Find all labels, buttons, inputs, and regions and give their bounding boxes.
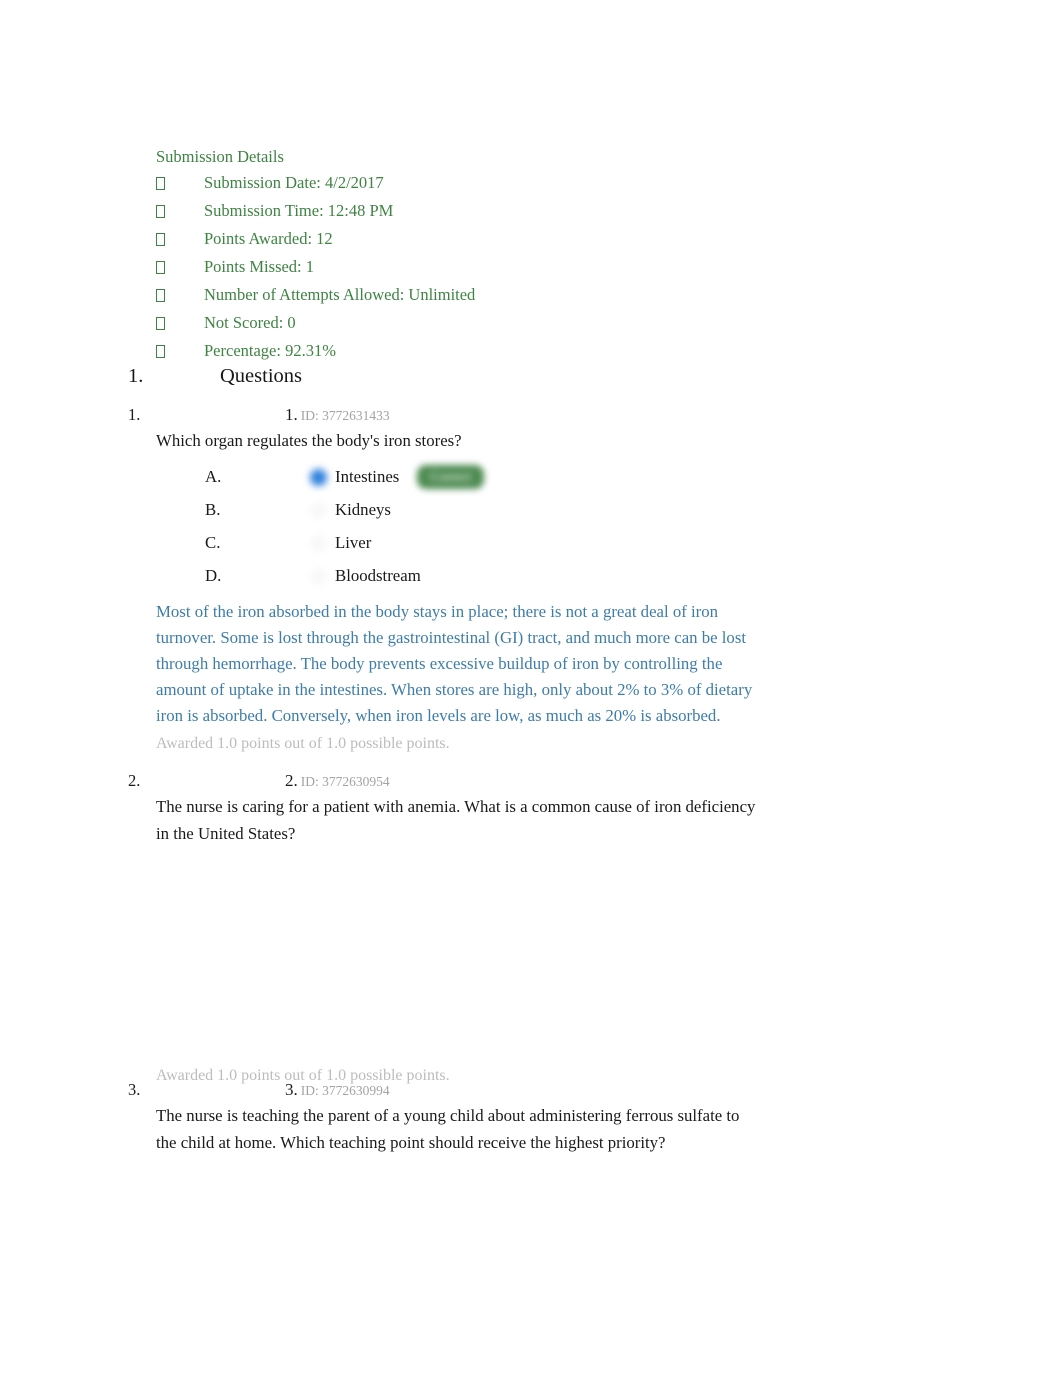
- submission-detail-attempts: Number of Attempts Allowed: Unlimited: [204, 285, 476, 304]
- question-3-outer-number: 3.: [128, 1080, 141, 1099]
- question-2-id: ID: 3772630954: [300, 774, 390, 789]
- question-1-awarded: Awarded 1.0 points out of 1.0 possible p…: [156, 734, 450, 752]
- question-1-explanation: Most of the iron absorbed in the body st…: [156, 601, 753, 725]
- question-1: 1. 1. ID: 3772631433 Which organ regulat…: [128, 403, 908, 757]
- questions-section-number: 1.: [128, 365, 144, 387]
- submission-detail-not-scored: Not Scored: 0: [204, 313, 296, 332]
- questions-section-label: Questions: [220, 365, 302, 387]
- option-a-label: Intestines: [335, 467, 400, 486]
- option-a[interactable]: A. Intestines Correct: [156, 461, 908, 494]
- questions-section-heading: 1. Questions: [128, 362, 302, 390]
- question-3-id: ID: 3772630994: [300, 1083, 390, 1098]
- list-item: Submission Time: 12:48 PM: [156, 198, 856, 226]
- question-1-id-line: 1. 1. ID: 3772631433: [128, 403, 908, 428]
- list-item: Points Awarded: 12: [156, 226, 856, 254]
- list-item: Number of Attempts Allowed: Unlimited: [156, 282, 856, 310]
- question-2-id-line: 2. 2. ID: 3772630954: [128, 769, 908, 794]
- question-1-options: A. Intestines Correct B. Kidneys C. Live…: [156, 461, 908, 593]
- submission-detail-time: Submission Time: 12:48 PM: [204, 201, 394, 220]
- option-b-letter: B.: [205, 500, 221, 519]
- bullet-box-icon: [156, 284, 204, 310]
- radio-empty-icon: [309, 501, 327, 519]
- list-item: Submission Date: 4/2/2017: [156, 170, 856, 198]
- option-d-radio[interactable]: [301, 567, 335, 585]
- document-page: Submission Details Submission Date: 4/2/…: [0, 0, 1062, 1377]
- question-3-stem: The nurse is teaching the parent of a yo…: [156, 1106, 740, 1152]
- option-c-radio[interactable]: [301, 534, 335, 552]
- option-c[interactable]: C. Liver: [156, 527, 908, 560]
- submission-detail-percentage: Percentage: 92.31%: [204, 341, 336, 360]
- option-b-radio[interactable]: [301, 501, 335, 519]
- submission-details-list: Submission Date: 4/2/2017 Submission Tim…: [156, 170, 856, 366]
- question-1-inner-number: 1.: [285, 405, 298, 424]
- question-3: 3. 3. ID: 3772630994 The nurse is teachi…: [128, 1078, 908, 1156]
- option-d-label: Bloodstream: [335, 566, 421, 585]
- question-2-outer-number: 2.: [128, 771, 141, 790]
- radio-selected-icon: [309, 468, 327, 486]
- question-2-inner-number: 2.: [285, 771, 298, 790]
- option-d[interactable]: D. Bloodstream: [156, 560, 908, 593]
- bullet-box-icon: [156, 200, 204, 226]
- question-2-blank-options-area: [128, 847, 908, 1061]
- option-c-letter: C.: [205, 533, 221, 552]
- option-a-radio[interactable]: [301, 468, 335, 486]
- question-1-stem: Which organ regulates the body's iron st…: [156, 431, 462, 450]
- radio-empty-icon: [309, 567, 327, 585]
- submission-detail-points-awarded: Points Awarded: 12: [204, 229, 333, 248]
- option-c-label: Liver: [335, 533, 372, 552]
- bullet-box-icon: [156, 256, 204, 282]
- list-item: Not Scored: 0: [156, 310, 856, 338]
- bullet-box-icon: [156, 228, 204, 254]
- submission-details-block: Submission Details Submission Date: 4/2/…: [156, 144, 856, 366]
- option-d-letter: D.: [205, 566, 222, 585]
- question-3-id-line: 3. 3. ID: 3772630994: [128, 1078, 908, 1103]
- bullet-box-icon: [156, 172, 204, 198]
- option-b[interactable]: B. Kidneys: [156, 494, 908, 527]
- submission-detail-points-missed: Points Missed: 1: [204, 257, 315, 276]
- bullet-box-icon: [156, 312, 204, 338]
- option-b-label: Kidneys: [335, 500, 391, 519]
- question-3-inner-number: 3.: [285, 1080, 298, 1099]
- submission-detail-date: Submission Date: 4/2/2017: [204, 173, 384, 192]
- radio-empty-icon: [309, 534, 327, 552]
- status-badge: Correct: [417, 465, 484, 489]
- list-item: Points Missed: 1: [156, 254, 856, 282]
- question-2-stem: The nurse is caring for a patient with a…: [156, 797, 756, 843]
- question-1-id: ID: 3772631433: [300, 408, 390, 423]
- option-a-letter: A.: [205, 467, 222, 486]
- submission-details-title: Submission Details: [156, 147, 284, 166]
- question-2: 2. 2. ID: 3772630954 The nurse is caring…: [128, 769, 908, 1089]
- question-1-outer-number: 1.: [128, 405, 141, 424]
